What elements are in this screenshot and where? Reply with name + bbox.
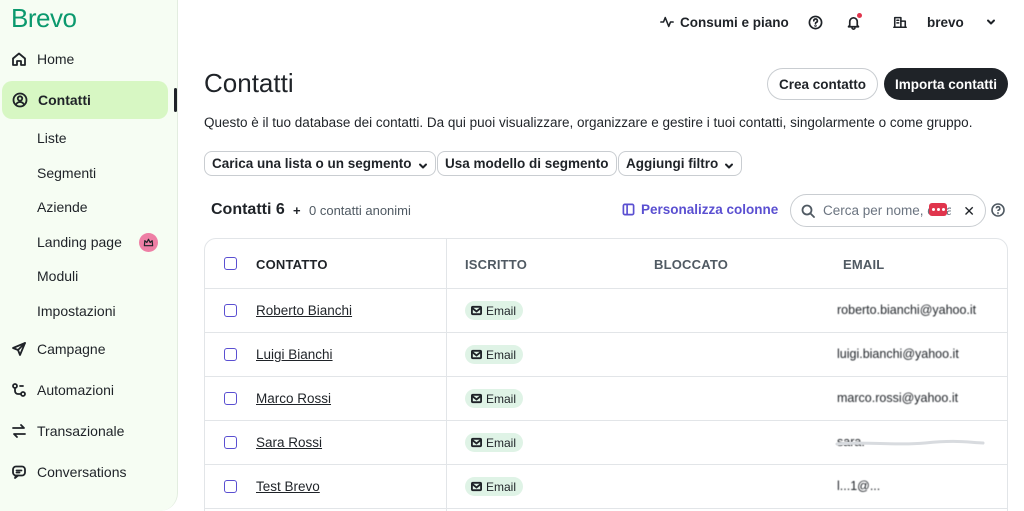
- sidebar-item-label: Home: [37, 51, 75, 67]
- table-row[interactable]: Sara Rossi Email sara.: [205, 421, 1007, 465]
- transactional-icon: [10, 422, 28, 440]
- segment-template-button[interactable]: Usa modello di segmento: [437, 151, 617, 176]
- row-checkbox[interactable]: [224, 348, 237, 361]
- page-title: Contatti: [204, 68, 294, 98]
- building-icon: [893, 16, 907, 29]
- subscribed-badge: Email: [465, 301, 524, 320]
- header-contatto[interactable]: CONTATTO: [256, 257, 328, 272]
- send-icon: [10, 340, 28, 358]
- table-row[interactable]: Marco Rossi Email marco.rossi@yahoo.it: [205, 377, 1007, 421]
- home-icon: [10, 50, 28, 68]
- contact-email: l...1@...: [837, 479, 881, 493]
- sidebar-item-label: Contatti: [38, 92, 91, 108]
- subscribed-badge: Email: [465, 477, 524, 496]
- contact-email: marco.rossi@yahoo.it: [837, 391, 959, 405]
- sidebar-item-label: Automazioni: [37, 382, 115, 398]
- sidebar: Brevo Home Contatti Liste Segmenti Azien…: [0, 0, 178, 511]
- subscribed-badge: Email: [465, 389, 524, 408]
- table-row[interactable]: Test Brevo Email l...1@...: [205, 465, 1007, 509]
- crown-icon: [139, 233, 158, 252]
- mail-icon: [471, 481, 482, 492]
- header-email[interactable]: EMAIL: [843, 257, 884, 272]
- row-checkbox[interactable]: [224, 436, 237, 449]
- anonymous-contacts-count: 0 contatti anonimi: [309, 203, 411, 218]
- mail-icon: [471, 305, 482, 316]
- clear-search-icon[interactable]: ✕: [963, 203, 975, 220]
- redaction-scribble: [835, 439, 985, 446]
- chevron-down-icon: [418, 159, 428, 169]
- load-list-segment-dropdown[interactable]: Carica una lista o un segmento: [204, 151, 436, 176]
- table-row[interactable]: Luigi Bianchi Email luigi.bianchi@yahoo.…: [205, 333, 1007, 377]
- table-row[interactable]: Roberto Bianchi Email roberto.bianchi@ya…: [205, 289, 1007, 333]
- brevo-logo[interactable]: Brevo: [11, 3, 77, 34]
- row-checkbox[interactable]: [224, 392, 237, 405]
- help-icon[interactable]: [991, 203, 1005, 217]
- plus-sign: +: [293, 203, 301, 218]
- table-header: CONTATTO ISCRITTO BLOCCATO EMAIL: [205, 239, 1007, 289]
- customize-columns-label: Personalizza colonne: [641, 202, 779, 217]
- contact-name-link[interactable]: Luigi Bianchi: [256, 347, 333, 362]
- sidebar-subitem-segmenti[interactable]: Segmenti: [37, 165, 96, 181]
- sidebar-item-contatti[interactable]: Contatti: [2, 81, 168, 119]
- chevron-down-icon: [724, 159, 734, 169]
- activity-icon: [660, 16, 674, 28]
- page-description: Questo è il tuo database dei contatti. D…: [204, 115, 973, 130]
- row-checkbox[interactable]: [224, 480, 237, 493]
- sidebar-subitem-landing-page[interactable]: Landing page: [37, 234, 122, 250]
- account-name: brevo: [927, 14, 964, 30]
- chevron-down-icon: [986, 17, 996, 27]
- contact-name-link[interactable]: Roberto Bianchi: [256, 303, 352, 318]
- more-options-icon[interactable]: [929, 203, 947, 216]
- sidebar-item-label: Campagne: [37, 341, 106, 357]
- contact-name-link[interactable]: Marco Rossi: [256, 391, 331, 406]
- row-checkbox[interactable]: [224, 304, 237, 317]
- mail-icon: [471, 437, 482, 448]
- mail-icon: [471, 393, 482, 404]
- usage-plan-label: Consumi e piano: [680, 14, 789, 30]
- sidebar-item-label: Conversations: [37, 464, 127, 480]
- chat-icon: [10, 463, 28, 481]
- help-icon: [808, 15, 823, 29]
- contacts-icon: [11, 91, 29, 109]
- sidebar-subitem-moduli[interactable]: Moduli: [37, 268, 78, 284]
- import-contacts-button[interactable]: Importa contatti: [884, 68, 1008, 100]
- create-contact-button[interactable]: Crea contatto: [767, 68, 878, 100]
- contacts-count: Contatti 6: [211, 201, 285, 218]
- filter-label: Usa modello di segmento: [445, 156, 609, 171]
- sidebar-subitem-aziende[interactable]: Aziende: [37, 199, 88, 215]
- sidebar-item-label: Transazionale: [37, 423, 125, 439]
- customize-columns-button[interactable]: Personalizza colonne: [622, 202, 778, 217]
- account-menu[interactable]: brevo: [893, 12, 996, 32]
- usage-plan-link[interactable]: Consumi e piano: [660, 12, 789, 32]
- sidebar-item-home[interactable]: Home: [0, 41, 168, 77]
- mail-icon: [471, 349, 482, 360]
- filter-label: Aggiungi filtro: [626, 156, 719, 171]
- filter-label: Carica una lista o un segmento: [212, 156, 412, 171]
- contacts-table: CONTATTO ISCRITTO BLOCCATO EMAIL Roberto…: [204, 238, 1008, 511]
- subscribed-badge: Email: [465, 345, 524, 364]
- subscribed-badge: Email: [465, 433, 524, 452]
- sidebar-item-conversations[interactable]: Conversations: [0, 454, 168, 490]
- active-indicator: [174, 88, 177, 112]
- header-iscritto[interactable]: ISCRITTO: [465, 257, 527, 272]
- contact-name-link[interactable]: Test Brevo: [256, 479, 320, 494]
- sidebar-item-transazionale[interactable]: Transazionale: [0, 413, 168, 449]
- columns-icon: [622, 203, 635, 216]
- contact-name-link[interactable]: Sara Rossi: [256, 435, 322, 450]
- header-bloccato[interactable]: BLOCCATO: [654, 257, 728, 272]
- sidebar-item-campagne[interactable]: Campagne: [0, 331, 168, 367]
- search-icon: [801, 204, 815, 218]
- contact-email: roberto.bianchi@yahoo.it: [837, 303, 977, 317]
- contact-search[interactable]: ✕: [790, 194, 986, 227]
- select-all-checkbox[interactable]: [224, 257, 237, 270]
- sidebar-item-automazioni[interactable]: Automazioni: [0, 372, 168, 408]
- sidebar-subitem-liste[interactable]: Liste: [37, 130, 67, 146]
- automation-icon: [10, 381, 28, 399]
- help-button[interactable]: [808, 12, 823, 32]
- contact-email: luigi.bianchi@yahoo.it: [837, 347, 959, 361]
- add-filter-dropdown[interactable]: Aggiungi filtro: [618, 151, 743, 176]
- notification-dot: [857, 13, 862, 18]
- sidebar-subitem-impostazioni[interactable]: Impostazioni: [37, 303, 116, 319]
